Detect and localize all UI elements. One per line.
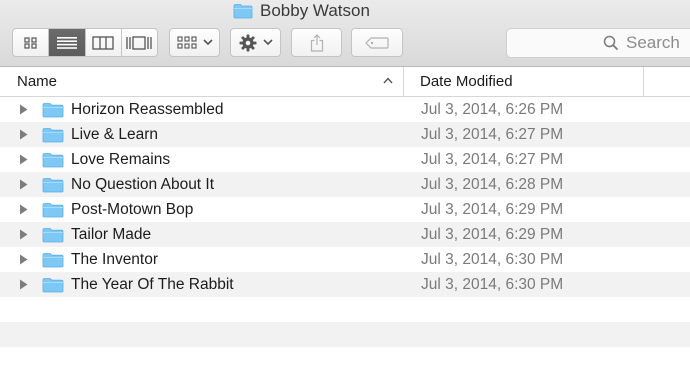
list-icon [56,36,77,49]
share-button[interactable] [291,28,342,57]
folder-icon [42,203,64,218]
cover-flow-view-button[interactable] [122,29,157,56]
disclosure-triangle-icon[interactable] [19,129,28,140]
empty-row [0,347,690,372]
folder-icon [233,4,253,19]
window-toolbar: Bobby Watson Search [0,0,690,67]
file-date: Jul 3, 2014, 6:27 PM [421,126,564,143]
chevron-down-icon [262,39,273,46]
disclosure-triangle-icon[interactable] [19,204,28,215]
folder-icon [42,153,64,168]
list-item[interactable]: Horizon Reassembled Jul 3, 2014, 6:26 PM [0,97,690,122]
window-title: Bobby Watson [233,0,370,22]
file-name: Horizon Reassembled [71,101,224,118]
list-header: Name Date Modified [0,67,690,97]
grid-icon [24,36,37,49]
file-date: Jul 3, 2014, 6:29 PM [421,226,564,243]
list-item[interactable]: The Inventor Jul 3, 2014, 6:30 PM [0,247,690,272]
sort-ascending-icon [383,77,393,84]
name-column-label: Name [17,73,58,90]
file-name: No Question About It [71,176,215,193]
list-item[interactable]: Post-Motown Bop Jul 3, 2014, 6:29 PM [0,197,690,222]
list-item[interactable]: Love Remains Jul 3, 2014, 6:27 PM [0,147,690,172]
list-item[interactable]: No Question About It Jul 3, 2014, 6:28 P… [0,172,690,197]
view-mode-control [12,28,158,57]
disclosure-triangle-icon[interactable] [19,179,28,190]
date-modified-column-header[interactable]: Date Modified [404,67,644,96]
folder-icon [42,253,64,268]
list-item[interactable]: Live & Learn Jul 3, 2014, 6:27 PM [0,122,690,147]
file-name: Live & Learn [71,126,159,143]
disclosure-triangle-icon[interactable] [19,229,28,240]
tag-icon [365,36,389,49]
file-name: The Inventor [71,251,159,268]
search-icon [603,35,619,51]
file-date: Jul 3, 2014, 6:30 PM [421,276,564,293]
file-name: Love Remains [71,151,171,168]
columns-icon [92,35,114,50]
folder-icon [42,278,64,293]
file-date: Jul 3, 2014, 6:29 PM [421,201,564,218]
share-icon [310,33,323,52]
file-list: Horizon Reassembled Jul 3, 2014, 6:26 PM… [0,97,690,372]
disclosure-triangle-icon[interactable] [19,254,28,265]
file-name: Post-Motown Bop [71,201,194,218]
arrange-grid-icon [176,35,197,49]
search-placeholder: Search [626,33,680,52]
arrange-button[interactable] [169,28,220,57]
folder-icon [42,128,64,143]
name-column-header[interactable]: Name [0,67,404,96]
disclosure-triangle-icon[interactable] [19,279,28,290]
list-view-button[interactable] [49,29,86,56]
coverflow-icon [126,35,153,50]
list-item[interactable]: Tailor Made Jul 3, 2014, 6:29 PM [0,222,690,247]
folder-icon [42,178,64,193]
folder-icon [42,228,64,243]
file-date: Jul 3, 2014, 6:27 PM [421,151,564,168]
file-name: Tailor Made [71,226,152,243]
window-title-text: Bobby Watson [260,1,370,20]
file-name: The Year Of The Rabbit [71,276,234,293]
list-item[interactable]: The Year Of The Rabbit Jul 3, 2014, 6:30… [0,272,690,297]
chevron-down-icon [202,39,213,46]
empty-row [0,297,690,322]
file-date: Jul 3, 2014, 6:26 PM [421,101,564,118]
disclosure-triangle-icon[interactable] [19,104,28,115]
column-view-button[interactable] [86,29,122,56]
date-modified-column-label: Date Modified [420,73,513,90]
folder-icon [42,103,64,118]
gear-icon [239,34,256,51]
icon-view-button[interactable] [13,29,50,56]
action-button[interactable] [230,28,281,57]
file-date: Jul 3, 2014, 6:28 PM [421,176,564,193]
search-field[interactable]: Search [506,28,690,58]
empty-row [0,322,690,347]
file-date: Jul 3, 2014, 6:30 PM [421,251,564,268]
tag-button[interactable] [351,28,403,57]
disclosure-triangle-icon[interactable] [19,154,28,165]
